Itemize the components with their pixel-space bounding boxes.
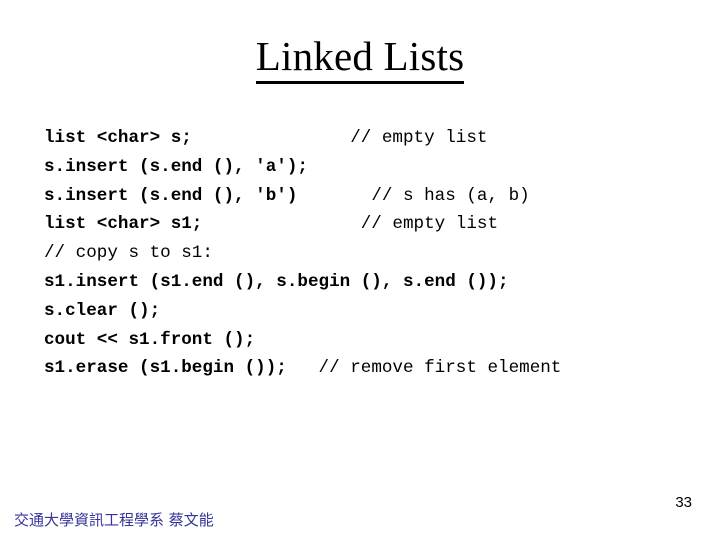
code-line: s1.erase (s1.begin ()); // remove first … [44, 354, 704, 383]
code-text: list <char> s1; [44, 214, 203, 235]
code-line: s.insert (s.end (), 'a'); [44, 153, 704, 182]
code-line: list <char> s; // empty list [44, 124, 704, 153]
code-text: s1.insert (s1.end (), s.begin (), s.end … [44, 271, 509, 292]
code-gap [202, 214, 360, 234]
code-comment: // remove first element [318, 358, 562, 379]
code-text: s1.erase (s1.begin ()); [44, 358, 287, 379]
code-line: cout << s1.front (); [44, 326, 704, 355]
code-gap [192, 128, 350, 148]
code-comment: // empty list [350, 128, 488, 148]
code-line: s.insert (s.end (), 'b') // s has (a, b) [44, 182, 704, 211]
code-text: cout << s1.front (); [44, 329, 256, 350]
code-text: s.insert (s.end (), 'a'); [44, 156, 308, 177]
page-title-text: Linked Lists [255, 32, 465, 84]
code-line: s.clear (); [44, 297, 704, 326]
code-text: list <char> s; [44, 128, 192, 148]
code-gap [297, 186, 371, 206]
page-title: Linked Lists [0, 32, 720, 84]
code-comment: // empty list [360, 214, 499, 235]
page-number: 33 [675, 494, 692, 511]
footer-affiliation: 交通大學資訊工程學系 蔡文能 [14, 511, 214, 529]
code-comment: // s has (a, b) [371, 185, 530, 206]
code-line: list <char> s1; // empty list [44, 210, 704, 239]
code-gap [287, 358, 319, 378]
code-text: s.insert (s.end (), 'b') [44, 185, 298, 206]
code-listing: list <char> s; // empty list s.insert (s.… [44, 124, 704, 383]
code-line: s1.insert (s1.end (), s.begin (), s.end … [44, 268, 704, 297]
code-comment: // copy s to s1: [44, 243, 213, 264]
code-text: s.clear (); [44, 300, 161, 321]
code-line: // copy s to s1: [44, 239, 704, 268]
